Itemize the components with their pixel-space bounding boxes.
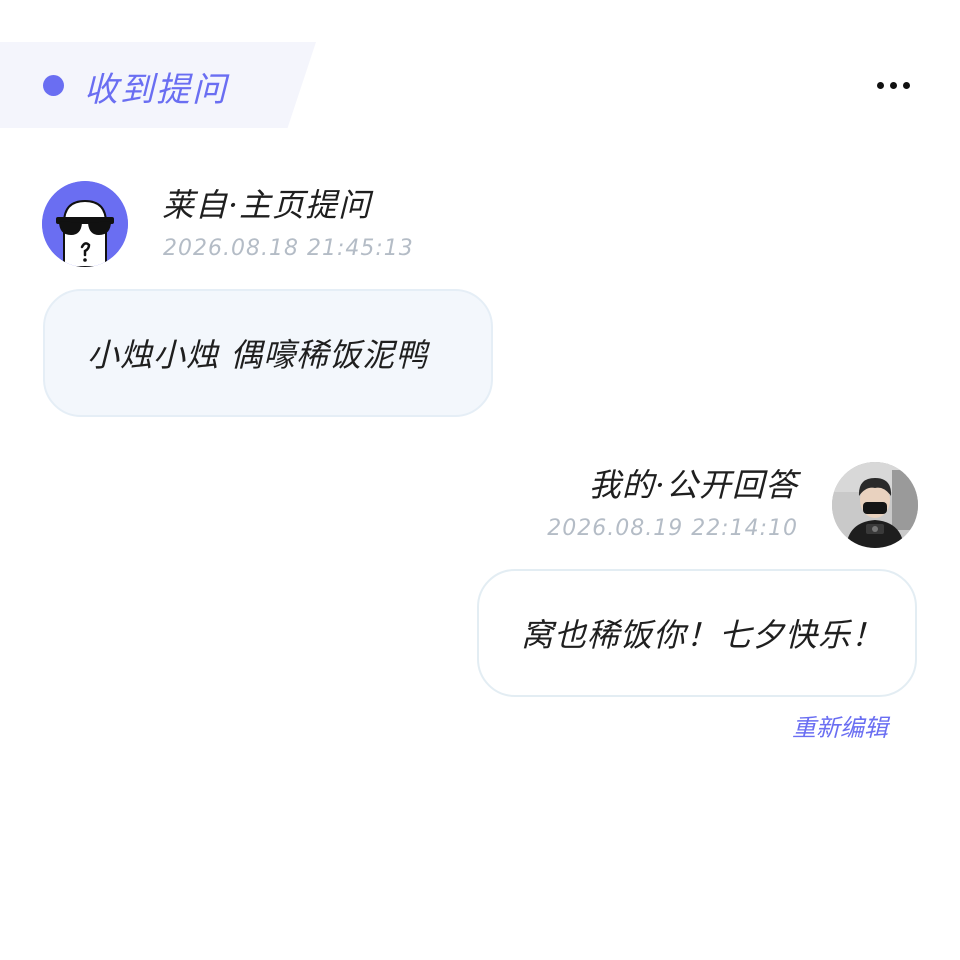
page-title: 收到提问	[84, 70, 228, 110]
question-text: 小烛小烛 偶嚎稀饭泥鸭	[87, 336, 429, 374]
more-options-button[interactable]	[868, 72, 918, 98]
header-dot-icon	[43, 75, 64, 96]
answer-bubble: 窝也稀饭你！七夕快乐！	[477, 569, 917, 697]
asker-avatar[interactable]	[42, 181, 128, 267]
answer-timestamp: 2026.08.19 22:14:10	[547, 516, 798, 541]
reedit-button[interactable]: 重新编辑	[792, 708, 888, 743]
answerer-avatar[interactable]	[832, 462, 918, 548]
ellipsis-icon	[876, 81, 884, 89]
answer-source-label: 我的·公开回答	[588, 466, 798, 504]
answer-text: 窝也稀饭你！七夕快乐！	[521, 616, 885, 654]
question-source-label: 莱自·主页提问	[162, 186, 372, 224]
sunglasses-ghost-icon	[42, 181, 128, 267]
question-timestamp: 2026.08.18 21:45:13	[163, 236, 414, 261]
user-photo-icon	[832, 462, 918, 548]
question-bubble: 小烛小烛 偶嚎稀饭泥鸭	[43, 289, 493, 417]
qa-page: 收到提问 莱自·主页提问 2026.08.18 21:45:13 小烛小烛 偶嚎…	[0, 0, 960, 960]
